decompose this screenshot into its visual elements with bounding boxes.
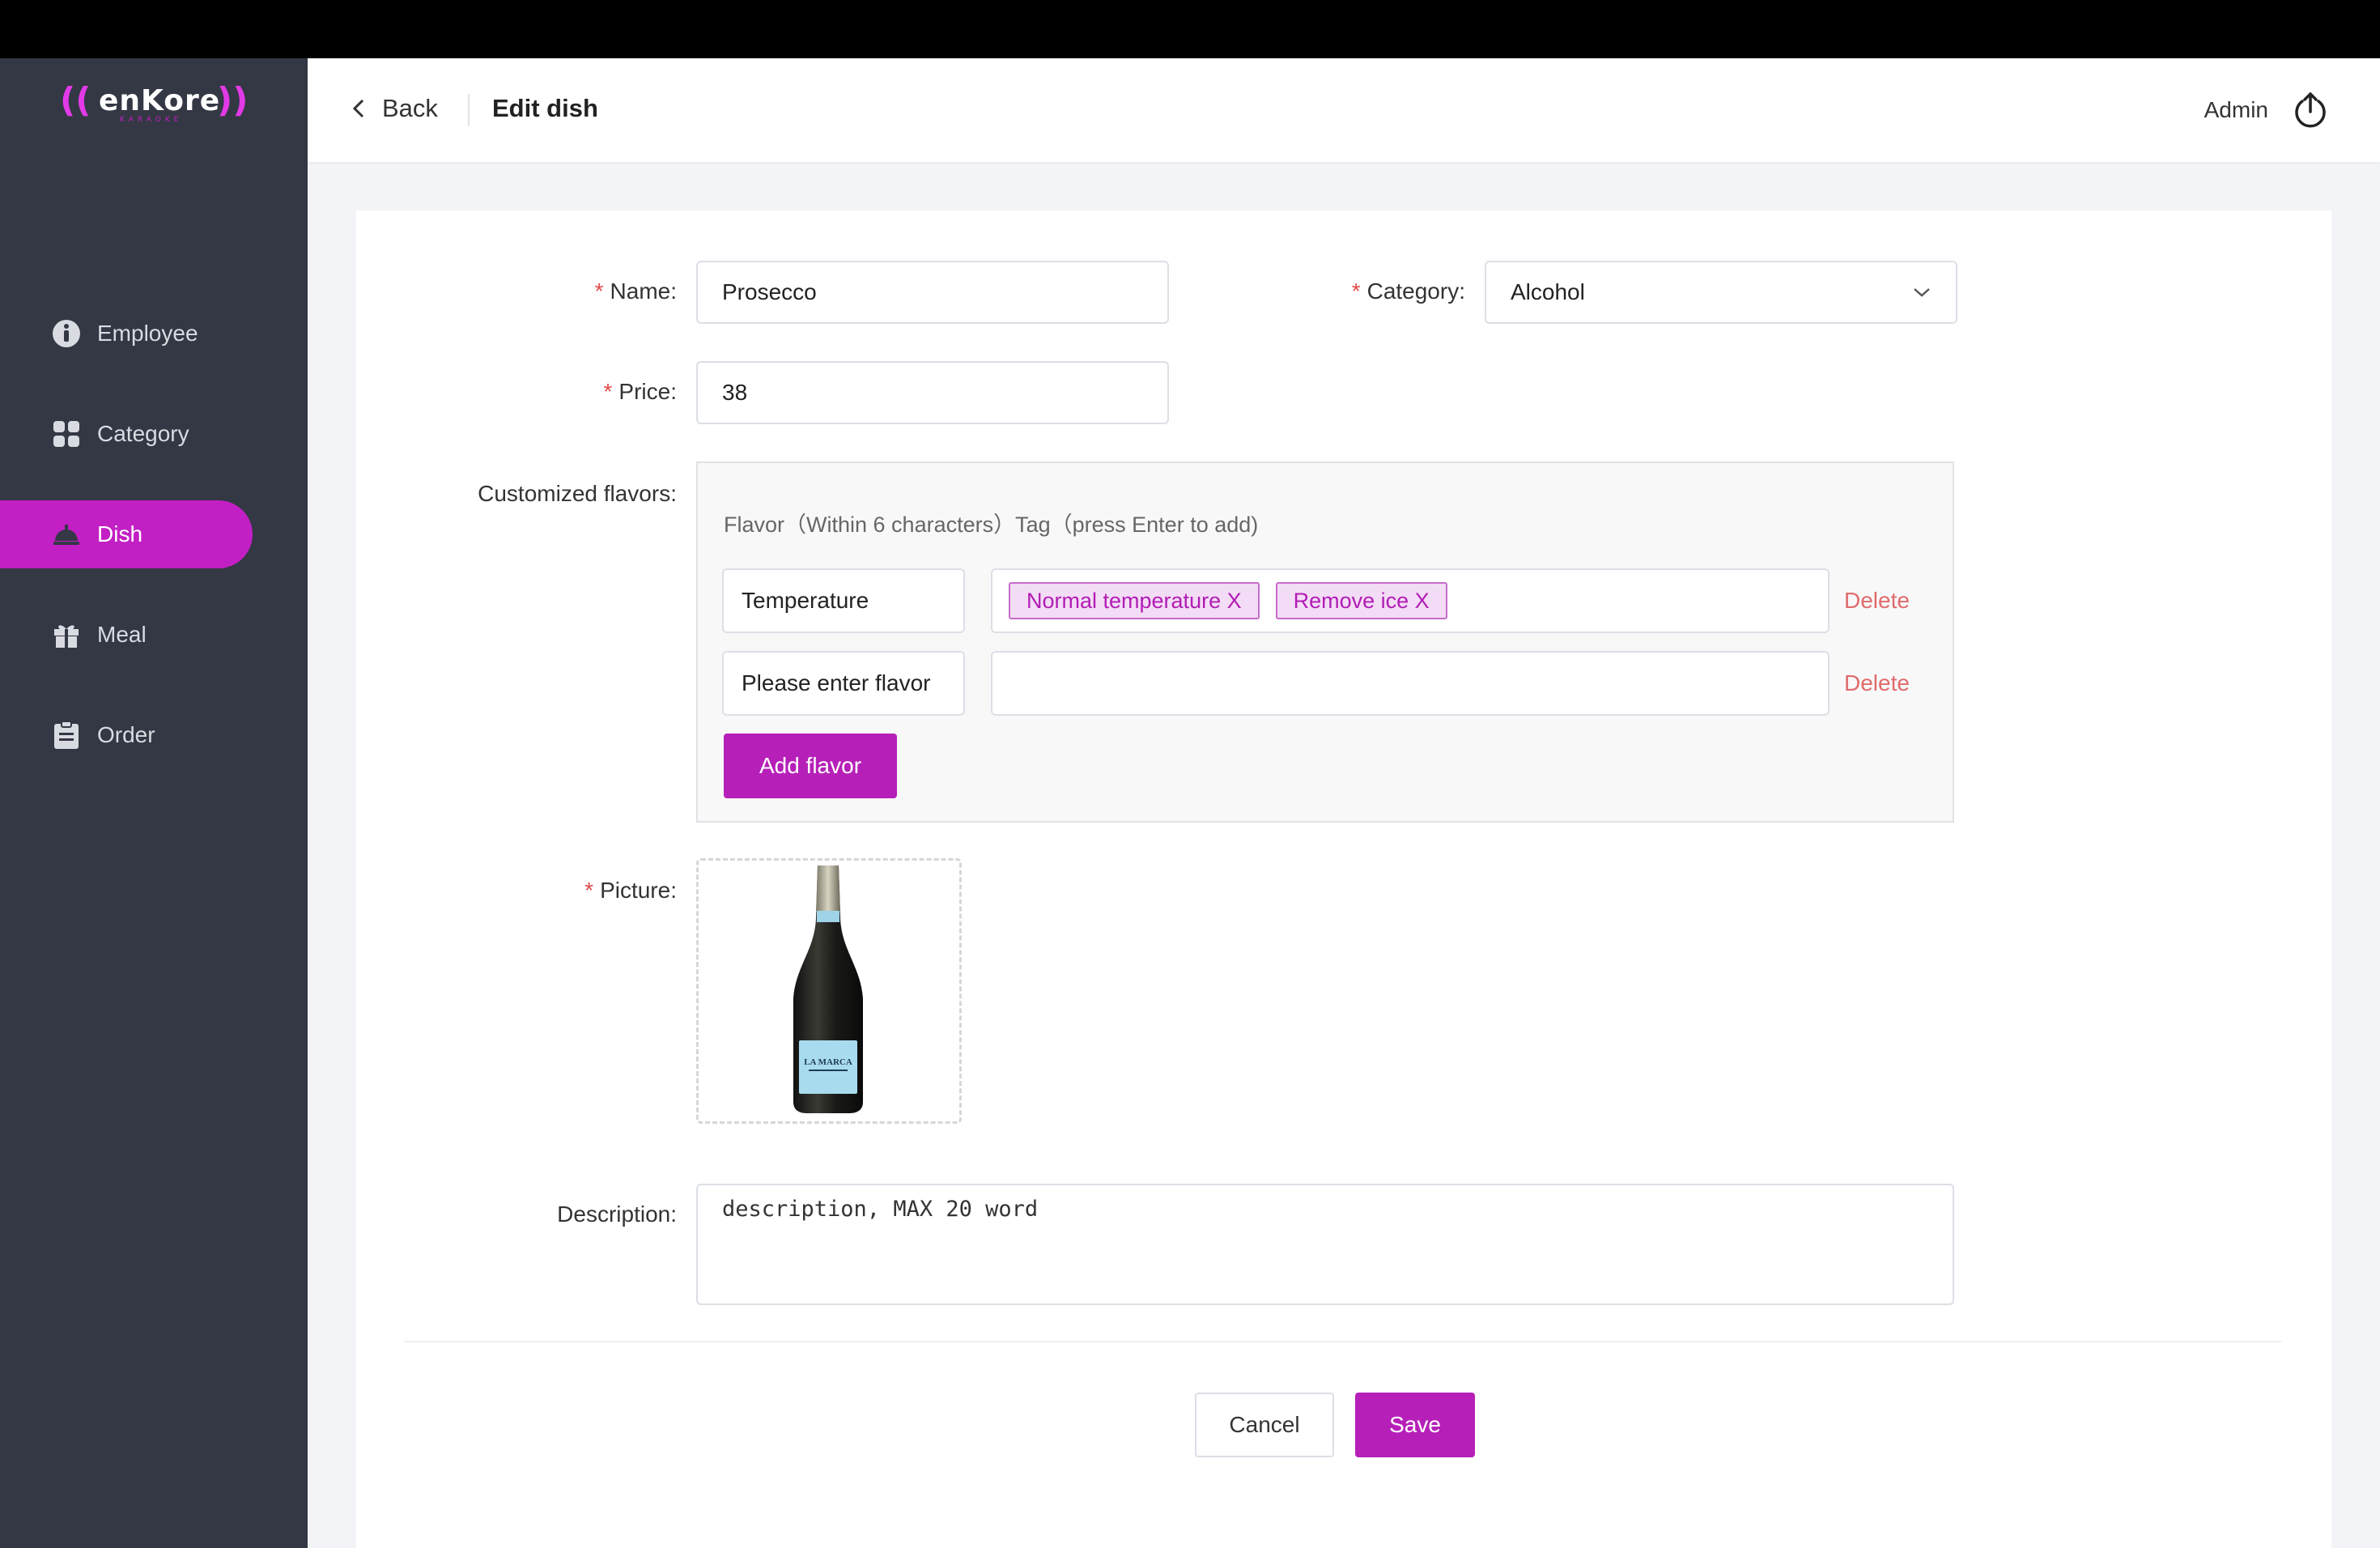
cancel-button[interactable]: Cancel bbox=[1195, 1393, 1334, 1457]
back-label: Back bbox=[382, 94, 438, 122]
delete-flavor-button[interactable]: Delete bbox=[1844, 670, 1910, 696]
user-name: Admin bbox=[2204, 97, 2268, 122]
flavor-name-input[interactable]: Temperature bbox=[722, 568, 965, 633]
sidebar-item-label: Dish bbox=[97, 521, 143, 546]
price-input[interactable]: 38 bbox=[696, 361, 1169, 424]
dish-icon bbox=[52, 520, 81, 549]
name-input[interactable]: Prosecco bbox=[696, 261, 1169, 324]
page-header: Back Edit dish Admin bbox=[308, 58, 2380, 162]
flavors-label: Customized flavors: bbox=[478, 481, 677, 506]
flavors-panel: Flavor（Within 6 characters）Tag（press Ent… bbox=[696, 461, 1954, 823]
sidebar-item-dish[interactable]: Dish bbox=[0, 500, 253, 568]
sidebar: (( enKore )) KARAOKE Employee Category D… bbox=[0, 58, 308, 1548]
back-button[interactable]: Back bbox=[350, 94, 438, 123]
category-icon bbox=[52, 419, 81, 449]
svg-text:((: (( bbox=[60, 80, 91, 120]
name-label: * Name: bbox=[594, 279, 677, 304]
page-title: Edit dish bbox=[492, 94, 598, 122]
sidebar-item-meal[interactable]: Meal bbox=[0, 601, 253, 669]
flavor-tag[interactable]: Normal temperature X bbox=[1009, 582, 1260, 619]
save-button[interactable]: Save bbox=[1355, 1393, 1475, 1457]
svg-text:enKore: enKore bbox=[99, 84, 220, 117]
sidebar-item-label: Employee bbox=[97, 321, 198, 346]
prosecco-bottle-image: LA MARCA bbox=[793, 865, 863, 1113]
top-black-bar bbox=[0, 0, 2380, 58]
picture-label: * Picture: bbox=[584, 878, 677, 903]
flavor-hint: Flavor（Within 6 characters）Tag（press Ent… bbox=[724, 512, 1259, 537]
header-divider bbox=[468, 94, 470, 126]
chevron-down-icon bbox=[1914, 288, 1930, 297]
flavor-tags-input[interactable] bbox=[991, 651, 1830, 716]
category-select[interactable]: Alcohol bbox=[1485, 261, 1957, 324]
svg-text:)): )) bbox=[217, 80, 248, 120]
flavor-tags-input[interactable]: Normal temperature X Remove ice X bbox=[991, 568, 1830, 633]
form-divider bbox=[405, 1341, 2281, 1342]
add-flavor-button[interactable]: Add flavor bbox=[724, 734, 897, 798]
flavor-tag[interactable]: Remove ice X bbox=[1275, 582, 1447, 619]
chevron-left-icon bbox=[352, 99, 364, 118]
svg-text:KARAOKE: KARAOKE bbox=[120, 116, 182, 124]
description-textarea[interactable]: description, MAX 20 word bbox=[696, 1184, 1954, 1305]
enkore-logo-graphic: (( enKore )) KARAOKE bbox=[60, 80, 248, 124]
svg-text:LA MARCA: LA MARCA bbox=[804, 1057, 852, 1067]
description-label: Description: bbox=[557, 1201, 677, 1227]
sidebar-item-label: Order bbox=[97, 722, 155, 747]
employee-icon bbox=[52, 319, 81, 348]
sidebar-item-label: Category bbox=[97, 421, 189, 446]
sidebar-item-order[interactable]: Order bbox=[0, 701, 253, 769]
gift-icon bbox=[52, 620, 81, 649]
category-label: * Category: bbox=[1351, 279, 1465, 304]
sidebar-item-employee[interactable]: Employee bbox=[0, 300, 253, 368]
category-selected-value: Alcohol bbox=[1511, 279, 1585, 304]
enkore-logo: (( enKore )) KARAOKE bbox=[57, 74, 251, 128]
price-label: * Price: bbox=[603, 379, 677, 404]
picture-upload[interactable]: LA MARCA bbox=[696, 858, 962, 1124]
sidebar-item-category[interactable]: Category bbox=[0, 400, 253, 468]
delete-flavor-button[interactable]: Delete bbox=[1844, 588, 1910, 614]
clipboard-icon bbox=[52, 721, 81, 750]
sidebar-item-label: Meal bbox=[97, 622, 147, 647]
logout-icon[interactable] bbox=[2291, 91, 2330, 130]
flavor-name-input[interactable]: Please enter flavor bbox=[722, 651, 965, 716]
